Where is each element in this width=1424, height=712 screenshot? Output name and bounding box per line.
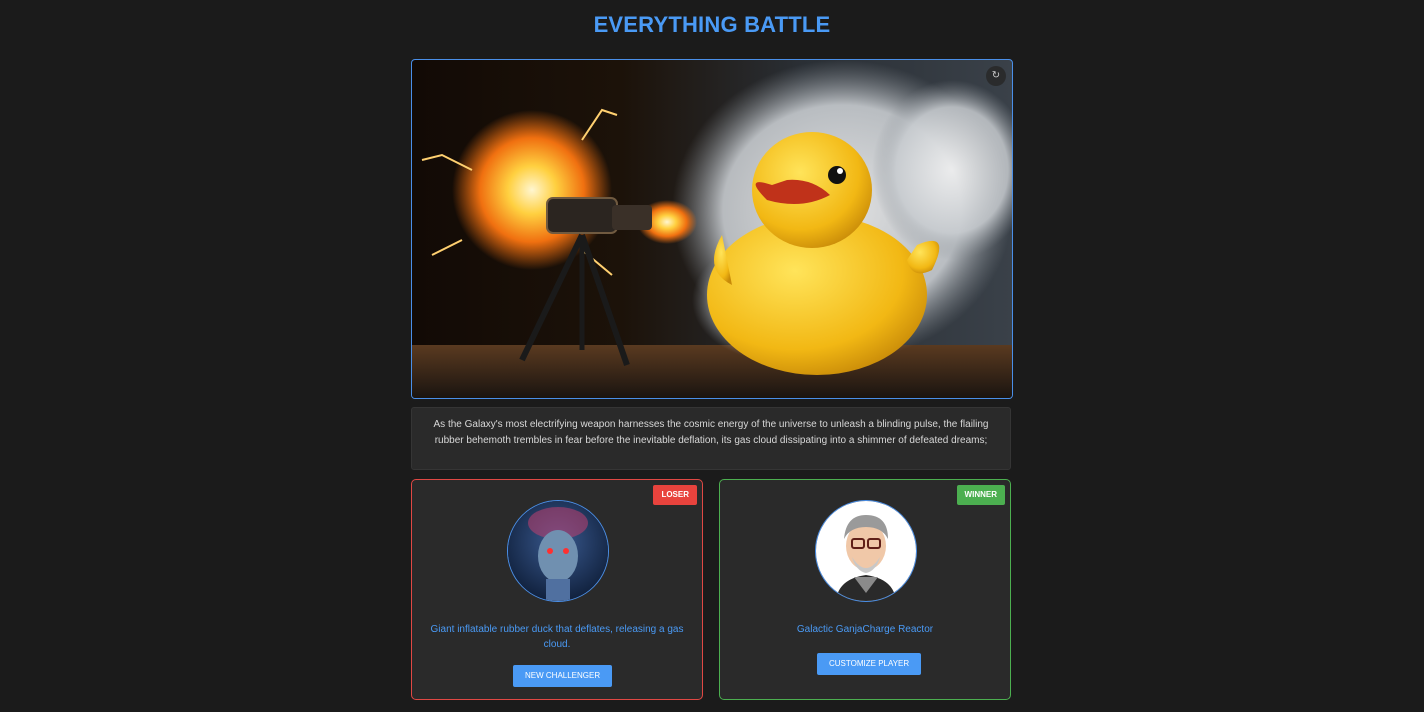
battle-image: ↻ xyxy=(411,59,1013,399)
page-title: EVERYTHING BATTLE xyxy=(593,12,831,37)
loser-name: Giant inflatable rubber duck that deflat… xyxy=(430,624,684,650)
loser-card: LOSER Giant inflatable rubber duck that … xyxy=(411,479,703,700)
loser-badge: LOSER xyxy=(653,485,697,505)
winner-avatar xyxy=(815,500,917,602)
new-challenger-button[interactable]: NEW CHALLENGER xyxy=(513,665,613,687)
battle-description: As the Galaxy's most electrifying weapon… xyxy=(411,407,1011,470)
winner-card: WINNER Galactic GanjaCharge Reactor CUST… xyxy=(719,479,1011,700)
refresh-icon[interactable]: ↻ xyxy=(986,66,1006,86)
battle-illustration xyxy=(412,60,1012,398)
customize-player-button[interactable]: CUSTOMIZE PLAYER xyxy=(817,653,922,675)
winner-badge: WINNER xyxy=(956,485,1005,505)
winner-name: Galactic GanjaCharge Reactor xyxy=(796,624,934,635)
loser-avatar xyxy=(507,500,609,602)
